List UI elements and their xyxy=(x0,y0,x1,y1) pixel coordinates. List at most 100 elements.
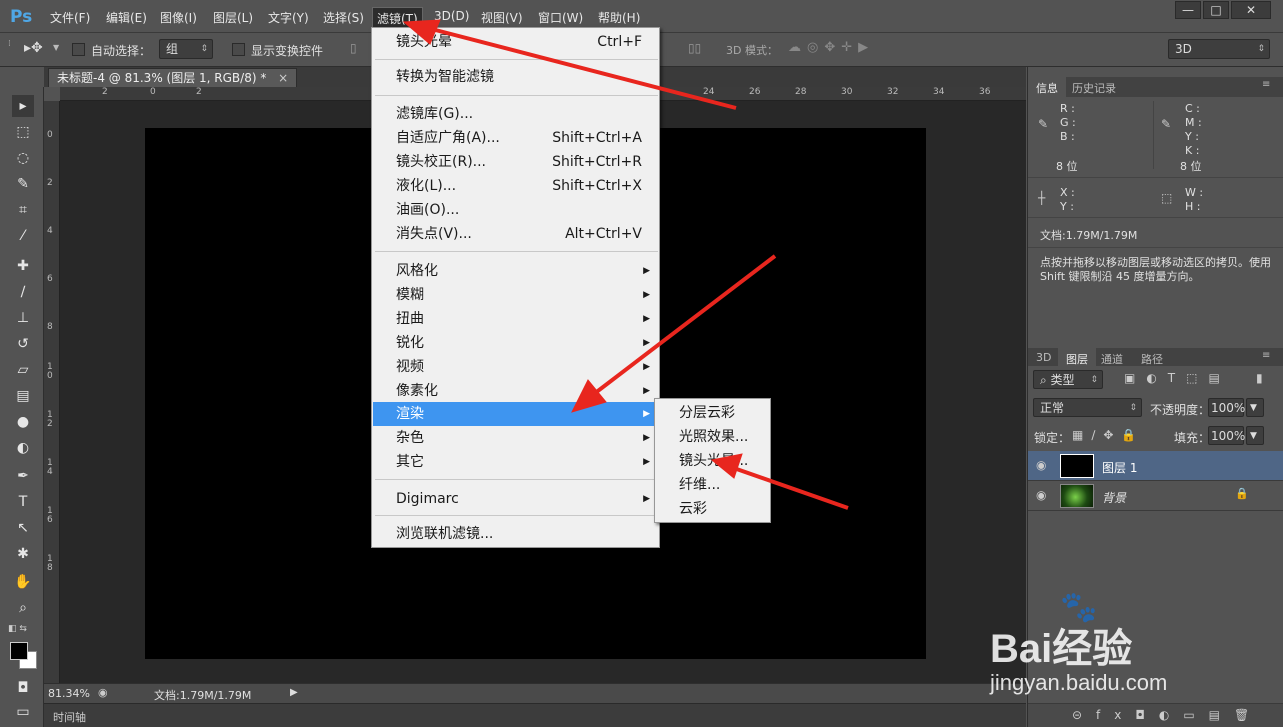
show-transform-checkbox[interactable] xyxy=(232,43,245,56)
maximize-button[interactable]: □ xyxy=(1203,1,1229,19)
move-tool-icon[interactable]: ▸✥ xyxy=(24,40,43,56)
eraser-tool-icon[interactable]: ▱ xyxy=(12,359,34,381)
menu-type[interactable]: 文字(Y) xyxy=(268,9,309,26)
fill-dropdown-icon[interactable]: ▼ xyxy=(1246,426,1264,445)
menu-image[interactable]: 图像(I) xyxy=(160,9,197,26)
menu-view[interactable]: 视图(V) xyxy=(481,9,523,26)
menu-item-last-filter[interactable]: 镜头光晕 Ctrl+F xyxy=(373,30,660,54)
pen-tool-icon[interactable]: ✒ xyxy=(12,465,34,487)
fill-input[interactable]: 100% xyxy=(1208,426,1245,445)
hand-tool-icon[interactable]: ✋ xyxy=(12,571,34,593)
shape-tool-icon[interactable]: ✱ xyxy=(12,543,34,565)
menu-item-stylize[interactable]: 风格化 ▶ xyxy=(373,259,660,283)
menu-item-liquify[interactable]: 液化(L)... Shift+Ctrl+X xyxy=(373,174,660,198)
submenu-item-lighting-effects[interactable]: 光照效果... xyxy=(656,425,771,449)
menu-item-pixelate[interactable]: 像素化 ▶ xyxy=(373,379,660,403)
quick-mask-icon[interactable]: ◘ xyxy=(12,677,34,699)
workspace-dropdown[interactable]: 3D ⇕ xyxy=(1168,39,1270,59)
visibility-eye-icon[interactable]: ◉ xyxy=(1036,488,1046,502)
opacity-input[interactable]: 100% xyxy=(1208,398,1245,417)
default-colors-icon[interactable]: ◧ ⇆ xyxy=(8,624,27,634)
history-brush-tool-icon[interactable]: ↺ xyxy=(12,333,34,355)
tab-history[interactable]: 历史记录 xyxy=(1072,80,1116,96)
lasso-tool-icon[interactable]: ◌ xyxy=(12,147,34,169)
layer-filter-dropdown[interactable]: ⌕ 类型 ⇕ xyxy=(1033,370,1103,389)
minimize-button[interactable]: — xyxy=(1175,1,1201,19)
menu-layer[interactable]: 图层(L) xyxy=(213,9,253,26)
marquee-tool-icon[interactable]: ⬚ xyxy=(12,121,34,143)
menu-3d[interactable]: 3D(D) xyxy=(434,9,469,23)
menu-item-sharpen[interactable]: 锐化 ▶ xyxy=(373,331,660,355)
menu-select[interactable]: 选择(S) xyxy=(323,9,364,26)
brush-tool-icon[interactable]: ∕ xyxy=(12,281,34,303)
visibility-eye-icon[interactable]: ◉ xyxy=(1036,458,1046,472)
close-tab-icon[interactable]: × xyxy=(278,71,288,85)
clone-stamp-tool-icon[interactable]: ⊥ xyxy=(12,307,34,329)
opacity-dropdown-icon[interactable]: ▼ xyxy=(1246,398,1264,417)
status-info-icon[interactable]: ◉ xyxy=(98,686,108,699)
crop-tool-icon[interactable]: ⌗ xyxy=(12,199,34,221)
panel-menu-icon[interactable]: ≡ xyxy=(1262,79,1270,90)
menu-item-render[interactable]: 渲染 ▶ xyxy=(373,402,660,426)
layer-row[interactable]: ◉ 背景 🔒 xyxy=(1028,481,1283,511)
zoom-tool-icon[interactable]: ⌕ xyxy=(12,597,34,619)
status-menu-arrow-icon[interactable]: ▶ xyxy=(290,687,298,698)
panel-menu-icon[interactable]: ≡ xyxy=(1262,350,1270,361)
watermark-url: jingyan.baidu.com xyxy=(990,670,1168,695)
menu-item-digimarc[interactable]: Digimarc ▶ xyxy=(373,487,660,511)
align-top-icon[interactable]: ▯ xyxy=(350,41,357,55)
move-tool-icon[interactable]: ▸ xyxy=(12,95,34,117)
3d-mode-icons[interactable]: ☁◎✥✛▶ xyxy=(788,40,874,55)
menu-item-distort[interactable]: 扭曲 ▶ xyxy=(373,307,660,331)
close-window-button[interactable]: ✕ xyxy=(1231,1,1271,19)
quick-select-tool-icon[interactable]: ✎ xyxy=(12,173,34,195)
distribute-icon[interactable]: ▯▯ xyxy=(688,41,701,55)
submenu-item-clouds[interactable]: 云彩 xyxy=(656,497,771,521)
menu-item-oil-paint[interactable]: 油画(O)... xyxy=(373,198,660,222)
auto-select-checkbox[interactable] xyxy=(72,43,85,56)
submenu-item-fibers[interactable]: 纤维... xyxy=(656,473,771,497)
lock-icons[interactable]: ▦∕✥🔒 xyxy=(1072,428,1144,442)
healing-brush-tool-icon[interactable]: ✚ xyxy=(12,255,34,277)
eyedropper-tool-icon[interactable]: ⁄ xyxy=(12,225,34,247)
gradient-tool-icon[interactable]: ▤ xyxy=(12,385,34,407)
zoom-level[interactable]: 81.34% xyxy=(48,687,90,700)
menu-item-label: 模糊 xyxy=(396,287,424,303)
menu-item-adaptive-wide-angle[interactable]: 自适应广角(A)... Shift+Ctrl+A xyxy=(373,126,660,150)
tab-layers[interactable]: 图层 xyxy=(1058,348,1096,370)
menu-help[interactable]: 帮助(H) xyxy=(598,9,640,26)
menu-item-lens-correction[interactable]: 镜头校正(R)... Shift+Ctrl+R xyxy=(373,150,660,174)
foreground-color-swatch[interactable] xyxy=(10,642,28,660)
document-tab[interactable]: 未标题-4 @ 81.3% (图层 1, RGB/8) * × xyxy=(48,68,298,87)
menu-item-vanishing-point[interactable]: 消失点(V)... Alt+Ctrl+V xyxy=(373,222,660,246)
menu-item-convert-smart-filter[interactable]: 转换为智能滤镜 xyxy=(373,65,660,89)
menu-item-noise[interactable]: 杂色 ▶ xyxy=(373,426,660,450)
menu-file[interactable]: 文件(F) xyxy=(50,9,90,26)
menu-edit[interactable]: 编辑(E) xyxy=(106,9,147,26)
screen-mode-icon[interactable]: ▭ xyxy=(12,701,34,723)
menu-item-blur[interactable]: 模糊 ▶ xyxy=(373,283,660,307)
layer-filter-icons[interactable]: ▣◐T⬚▤ xyxy=(1124,371,1231,385)
filter-toggle-icon[interactable]: ▮ xyxy=(1256,371,1263,385)
submenu-item-difference-clouds[interactable]: 分层云彩 xyxy=(656,401,771,425)
tab-paths[interactable]: 路径 xyxy=(1141,351,1163,367)
dodge-tool-icon[interactable]: ◐ xyxy=(12,437,34,459)
path-select-tool-icon[interactable]: ↖ xyxy=(12,517,34,539)
type-tool-icon[interactable]: T xyxy=(12,491,34,513)
menu-item-other[interactable]: 其它 ▶ xyxy=(373,450,660,474)
menu-window[interactable]: 窗口(W) xyxy=(538,9,583,26)
blend-mode-dropdown[interactable]: 正常 ⇕ xyxy=(1033,398,1142,417)
tab-3d[interactable]: 3D xyxy=(1036,351,1051,364)
menu-item-browse-filters-online[interactable]: 浏览联机滤镜... xyxy=(373,522,660,546)
ruler-tick-label: 34 xyxy=(933,87,945,97)
submenu-item-lens-flare[interactable]: 镜头光晕... xyxy=(656,449,771,473)
tab-channels[interactable]: 通道 xyxy=(1101,351,1123,367)
timeline-label[interactable]: 时间轴 xyxy=(53,709,86,725)
layer-row[interactable]: ◉ 图层 1 xyxy=(1028,451,1283,481)
auto-select-dropdown[interactable]: 组 ⇕ xyxy=(159,39,213,59)
menu-item-video[interactable]: 视频 ▶ xyxy=(373,355,660,379)
tool-preset-chevron-icon[interactable]: ▼ xyxy=(53,43,59,52)
tab-info[interactable]: 信息 xyxy=(1028,77,1066,99)
menu-item-filter-gallery[interactable]: 滤镜库(G)... xyxy=(373,102,660,126)
blur-tool-icon[interactable]: ● xyxy=(12,411,34,433)
